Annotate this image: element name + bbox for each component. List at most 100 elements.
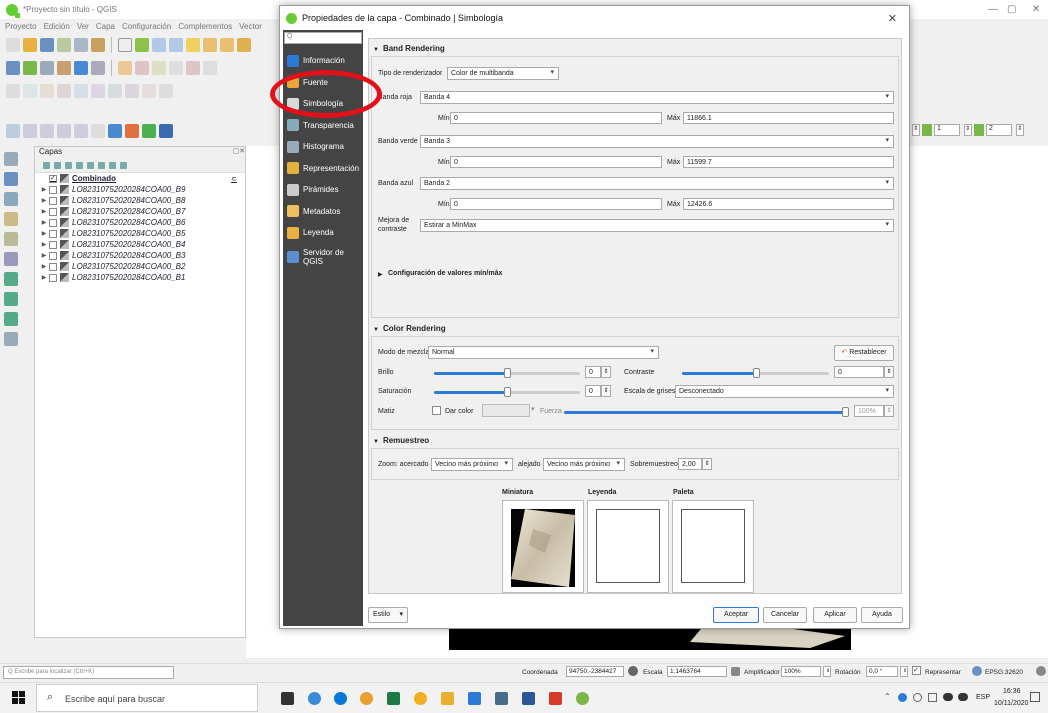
layer-row[interactable]: ▶ LO82310752020284COA00_B6 <box>35 217 245 228</box>
menu-ver[interactable]: Ver <box>77 22 89 31</box>
layer-visibility-checkbox[interactable] <box>49 196 57 205</box>
app-icon-2[interactable] <box>414 692 427 705</box>
strength-slider[interactable] <box>564 407 849 417</box>
add-wcs-icon[interactable] <box>4 312 18 326</box>
add-db-icon[interactable] <box>74 61 88 75</box>
deselect-icon[interactable] <box>57 124 71 138</box>
add-raster-icon[interactable] <box>57 61 71 75</box>
add-mesh-icon[interactable] <box>91 61 105 75</box>
app-icon-3[interactable] <box>495 692 508 705</box>
label-show-icon[interactable] <box>40 84 54 98</box>
nav-search-input[interactable]: Q <box>284 32 362 44</box>
dialog-close-button[interactable]: ✕ <box>888 12 897 25</box>
blend-mode-combo[interactable]: Normal <box>428 346 659 359</box>
delete-feature-icon[interactable] <box>186 61 200 75</box>
windows-start-icon[interactable] <box>12 691 25 704</box>
add-vector-icon[interactable] <box>40 61 54 75</box>
layer-row[interactable]: ✓ Combinado ⊂ <box>35 173 245 184</box>
layout-manager-icon[interactable] <box>74 38 88 52</box>
collapse-all-icon[interactable] <box>109 162 116 169</box>
select-icon[interactable] <box>23 124 37 138</box>
chrome-browser-icon[interactable] <box>360 692 373 705</box>
add-mesh-layer-icon[interactable] <box>4 192 18 206</box>
open-project-icon[interactable] <box>23 38 37 52</box>
diagram-icon[interactable] <box>108 84 122 98</box>
saturation-spin-arrows[interactable]: ⇕ <box>601 385 611 397</box>
red-band-combo[interactable]: Banda 4 <box>420 91 894 104</box>
green-max-input[interactable]: 11599.7 <box>683 156 894 168</box>
move-feature-icon[interactable] <box>169 61 183 75</box>
open-styling-icon[interactable] <box>43 162 50 169</box>
filter-legend-icon[interactable] <box>76 162 83 169</box>
expand-arrow-icon[interactable]: ▶ <box>39 274 49 281</box>
word-icon[interactable] <box>522 692 535 705</box>
label-change-icon[interactable] <box>91 84 105 98</box>
saturation-spin[interactable]: 0 <box>585 385 601 397</box>
zoomin-combo[interactable]: Vecino más próximo <box>431 458 513 471</box>
file-explorer-icon[interactable] <box>441 692 454 705</box>
rotation-field[interactable]: 0,0 ° <box>866 666 898 677</box>
new-project-icon[interactable] <box>6 38 20 52</box>
add-vector-layer-icon[interactable] <box>4 152 18 166</box>
select-value-icon[interactable] <box>40 124 54 138</box>
label-move-icon[interactable] <box>57 84 71 98</box>
expand-arrow-icon[interactable]: ▶ <box>39 197 49 204</box>
rotation-spin[interactable]: ⇕ <box>900 666 908 677</box>
label-rotate-icon[interactable] <box>74 84 88 98</box>
nav-item-histogram[interactable]: Histograma <box>283 136 363 157</box>
cancel-button[interactable]: Cancelar <box>763 607 807 623</box>
layer-visibility-checkbox[interactable] <box>49 251 57 260</box>
minimize-button[interactable]: — <box>988 4 998 15</box>
manage-themes-icon[interactable] <box>65 162 72 169</box>
close-window-button[interactable]: ✕ <box>1032 4 1040 15</box>
expand-arrow-icon[interactable]: ▶ <box>39 219 49 226</box>
extents-toggle-icon[interactable] <box>628 666 638 676</box>
python-icon[interactable] <box>142 124 156 138</box>
help-button[interactable]: Ayuda <box>861 607 903 623</box>
renderer-type-combo[interactable]: Color de multibanda <box>447 67 559 80</box>
processing-icon[interactable] <box>159 124 173 138</box>
edge-browser-icon[interactable] <box>334 692 347 705</box>
expand-arrow-icon[interactable]: ▶ <box>39 186 49 193</box>
zoom-out-icon[interactable] <box>169 38 183 52</box>
layer-visibility-checkbox[interactable] <box>49 229 57 238</box>
label-pin-icon[interactable] <box>23 84 37 98</box>
menu-complementos[interactable]: Complementos <box>178 22 232 31</box>
saturation-slider[interactable] <box>434 387 580 397</box>
green-band-combo[interactable]: Banda 3 <box>420 135 894 148</box>
layer-row[interactable]: ▶ LO82310752020284COA00_B5 <box>35 228 245 239</box>
label-toggle-icon[interactable] <box>159 84 173 98</box>
red-min-input[interactable]: 0 <box>450 112 662 124</box>
colorize-checkbox[interactable] <box>432 406 441 415</box>
layer-row[interactable]: ▶ LO82310752020284COA00_B3 <box>35 250 245 261</box>
spin-arrows-2[interactable]: ⇕ <box>964 124 972 136</box>
brightness-spin[interactable]: 0 <box>585 366 601 378</box>
style-manager-icon[interactable] <box>91 38 105 52</box>
magnifier-spin[interactable]: ⇕ <box>823 666 831 677</box>
crs-globe-icon[interactable] <box>972 666 982 676</box>
blue-max-input[interactable]: 12426.6 <box>683 198 894 210</box>
color-rendering-header[interactable]: Color Rendering <box>373 324 446 333</box>
nav-item-server[interactable]: Servidor de QGIS <box>283 244 363 270</box>
layer-visibility-checkbox[interactable] <box>49 273 57 282</box>
resampling-header[interactable]: Remuestreo <box>373 436 429 445</box>
expand-arrow-icon[interactable]: ▶ <box>39 241 49 248</box>
oversampling-spin[interactable]: 2,00 <box>678 458 702 470</box>
next-icon-1[interactable] <box>922 124 932 136</box>
search-map-icon[interactable] <box>108 124 122 138</box>
layer-row[interactable]: ▶ LO82310752020284COA00_B7 <box>35 206 245 217</box>
task-view-icon[interactable] <box>281 692 294 705</box>
strength-spin-arrows[interactable]: ⇕ <box>884 405 894 417</box>
next-icon-2[interactable] <box>974 124 984 136</box>
render-checkbox[interactable]: ✓ <box>912 666 921 675</box>
acrobat-icon[interactable] <box>549 692 562 705</box>
maximize-button[interactable]: ▢ <box>1007 4 1016 15</box>
zoom-full-icon[interactable] <box>186 38 200 52</box>
spin-value-2[interactable]: 2 <box>986 124 1012 136</box>
accept-button[interactable]: Aceptar <box>713 607 759 623</box>
menu-capa[interactable]: Capa <box>96 22 115 31</box>
coordinate-field[interactable]: 94750,-2384427 <box>566 666 624 677</box>
layer-visibility-checkbox[interactable] <box>49 240 57 249</box>
add-delimited-icon[interactable] <box>4 212 18 226</box>
add-wms-icon[interactable] <box>4 272 18 286</box>
